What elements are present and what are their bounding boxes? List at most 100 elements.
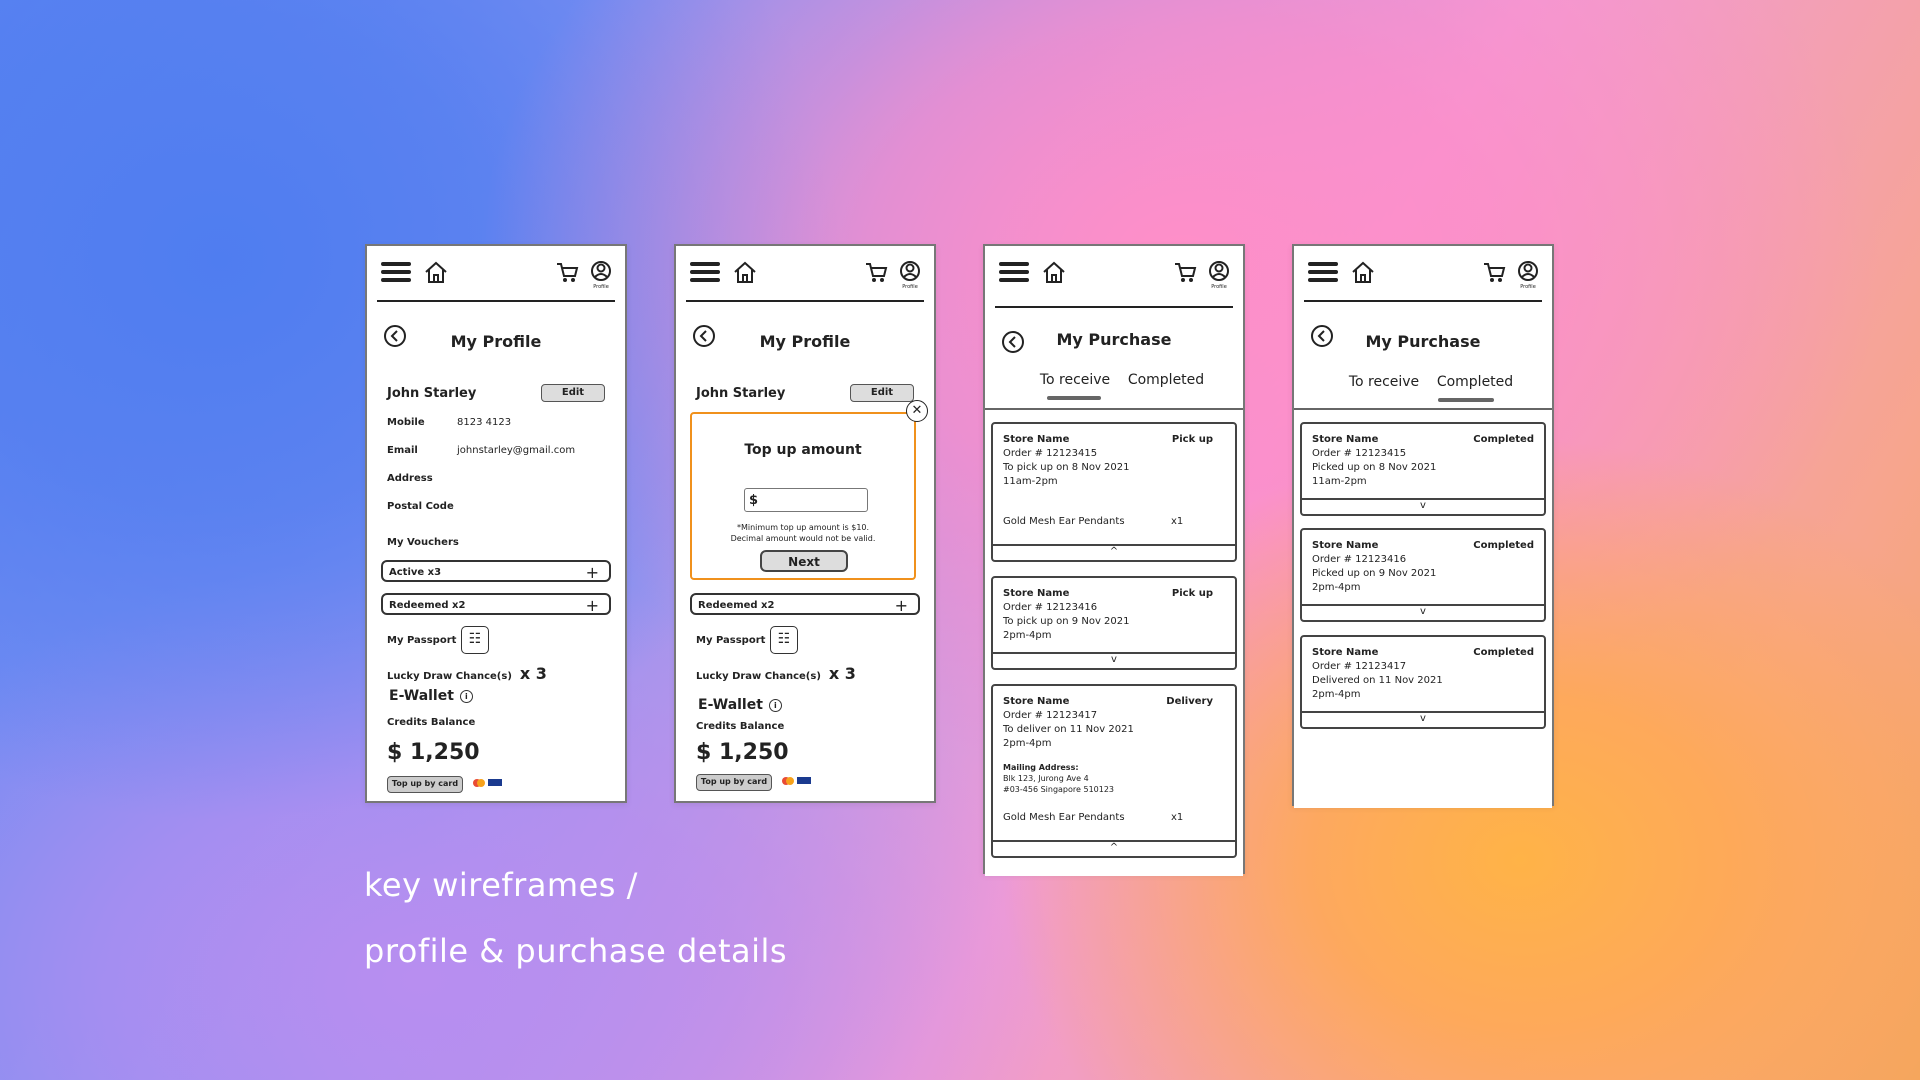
order-card[interactable]: Store Name Completed Order # 12123416 Pi… [1300,528,1546,622]
home-icon[interactable] [732,260,758,284]
delivery-time: 2pm-4pm [1003,738,1052,749]
pickup-date: Picked up on 9 Nov 2021 [1312,568,1437,579]
info-icon[interactable]: i [768,699,782,712]
edit-button[interactable]: Edit [850,384,914,402]
profile-nav[interactable]: Profile [589,260,613,290]
page-title: My Profile [450,332,542,351]
profile-nav[interactable]: Profile [1516,260,1540,290]
lucky-draw-label: Lucky Draw Chance(s) [696,671,821,682]
passport-icon[interactable]: ☷ [770,626,798,654]
next-button[interactable]: Next [760,550,848,572]
info-icon[interactable]: i [459,690,473,703]
order-card[interactable]: Store Name Pick up Order # 12123415 To p… [991,422,1237,562]
edit-button[interactable]: Edit [541,384,605,402]
home-icon[interactable] [423,260,449,284]
store-name: Store Name [1003,696,1070,707]
user-name: John Starley [387,386,477,401]
cart-icon[interactable] [1482,260,1506,284]
lucky-draw: Lucky Draw Chance(s) x 3 [696,664,856,683]
collapse-chevron-up-icon[interactable]: ^ [993,840,1235,856]
expand-plus-icon[interactable]: + [586,595,599,617]
pickup-time: 11am-2pm [1003,476,1058,487]
page-title: My Purchase [1056,330,1172,349]
expand-chevron-down-icon[interactable]: v [993,652,1235,668]
cart-icon[interactable] [864,260,888,284]
expand-plus-icon[interactable]: + [895,595,908,617]
pickup-time: 2pm-4pm [1312,582,1361,593]
vouchers-label: My Vouchers [387,537,459,548]
voucher-active[interactable]: Active x3 + [381,560,611,582]
order-card[interactable]: Store Name Completed Order # 12123415 Pi… [1300,422,1546,516]
topup-amount-input[interactable]: $ [744,488,868,512]
tab-to-receive[interactable]: To receive [1344,374,1424,390]
voucher-redeemed[interactable]: Redeemed x2 + [690,593,920,615]
tab-to-receive[interactable]: To receive [1035,372,1115,388]
expand-chevron-down-icon[interactable]: v [1302,498,1544,514]
order-status: Completed [1473,540,1534,551]
store-name: Store Name [1003,434,1070,445]
menu-icon[interactable] [1308,262,1338,282]
item-name: Gold Mesh Ear Pendants [1003,516,1125,527]
profile-nav-label: Profile [593,284,609,290]
cart-icon[interactable] [1173,260,1197,284]
menu-icon[interactable] [690,262,720,282]
order-status: Completed [1473,647,1534,658]
ewallet-heading: E-Wallet i [698,697,782,713]
order-number: Order # 12123417 [1312,661,1407,672]
collapse-chevron-up-icon[interactable]: ^ [993,544,1235,560]
popup-title: Top up amount [744,442,862,458]
caption-line2: profile & purchase details [364,932,788,970]
menu-icon[interactable] [999,262,1029,282]
store-name: Store Name [1312,434,1379,445]
topup-note-line1: *Minimum top up amount is $10. [736,523,870,532]
mailing-address-line1: Blk 123, Jurong Ave 4 [1003,774,1089,783]
home-icon[interactable] [1041,260,1067,284]
order-card[interactable]: Store Name Completed Order # 12123417 De… [1300,635,1546,729]
pickup-date: Picked up on 8 Nov 2021 [1312,462,1437,473]
home-icon[interactable] [1350,260,1376,284]
profile-icon [1518,261,1538,281]
card-logos-icon [473,778,502,787]
expand-chevron-down-icon[interactable]: v [1302,711,1544,727]
tab-completed[interactable]: Completed [1119,372,1213,388]
ewallet-label: E-Wallet [698,697,763,713]
page-title: My Profile [759,332,851,351]
order-number: Order # 12123415 [1312,448,1407,459]
cart-icon[interactable] [555,260,579,284]
profile-nav[interactable]: Profile [898,260,922,290]
profile-icon [900,261,920,281]
tab-indicator [1438,398,1494,402]
wireframe-purchase-completed: Profile My Purchase To receive Completed… [1292,244,1554,808]
item-qty: x1 [1171,812,1184,823]
mobile-value: 8123 4123 [457,417,512,428]
topup-card-button[interactable]: Top up by card [387,776,463,793]
order-card[interactable]: Store Name Delivery Order # 12123417 To … [991,684,1237,858]
expand-plus-icon[interactable]: + [586,562,599,584]
topup-card-button[interactable]: Top up by card [696,774,772,791]
lucky-draw: Lucky Draw Chance(s) x 3 [387,664,547,683]
store-name: Store Name [1003,588,1070,599]
wireframe-purchase-to-receive: Profile My Purchase To receive Completed… [983,244,1245,876]
mailing-address-line2: #03-456 Singapore 510123 [1003,785,1115,794]
voucher-redeemed-label: Redeemed x2 [698,600,775,611]
close-icon[interactable]: ✕ [906,400,928,422]
lucky-draw-count: x 3 [519,664,547,683]
email-value: johnstarley@gmail.com [457,445,576,456]
voucher-redeemed[interactable]: Redeemed x2 + [381,593,611,615]
pickup-date: To pick up on 8 Nov 2021 [1003,462,1130,473]
tab-completed[interactable]: Completed [1428,374,1522,390]
item-name: Gold Mesh Ear Pendants [1003,812,1125,823]
postal-code-label: Postal Code [387,501,454,512]
expand-chevron-down-icon[interactable]: v [1302,604,1544,620]
topup-note-line2: Decimal amount would not be valid. [730,534,876,543]
order-card[interactable]: Store Name Pick up Order # 12123416 To p… [991,576,1237,670]
passport-icon[interactable]: ☷ [461,626,489,654]
menu-icon[interactable] [381,262,411,282]
order-number: Order # 12123416 [1003,602,1098,613]
profile-nav[interactable]: Profile [1207,260,1231,290]
order-number: Order # 12123417 [1003,710,1098,721]
wireframe-profile: Profile My Profile John Starley Edit Mob… [365,244,627,803]
delivery-date: To deliver on 11 Nov 2021 [1003,724,1134,735]
order-status: Pick up [1171,588,1213,599]
order-status: Pick up [1171,434,1213,445]
